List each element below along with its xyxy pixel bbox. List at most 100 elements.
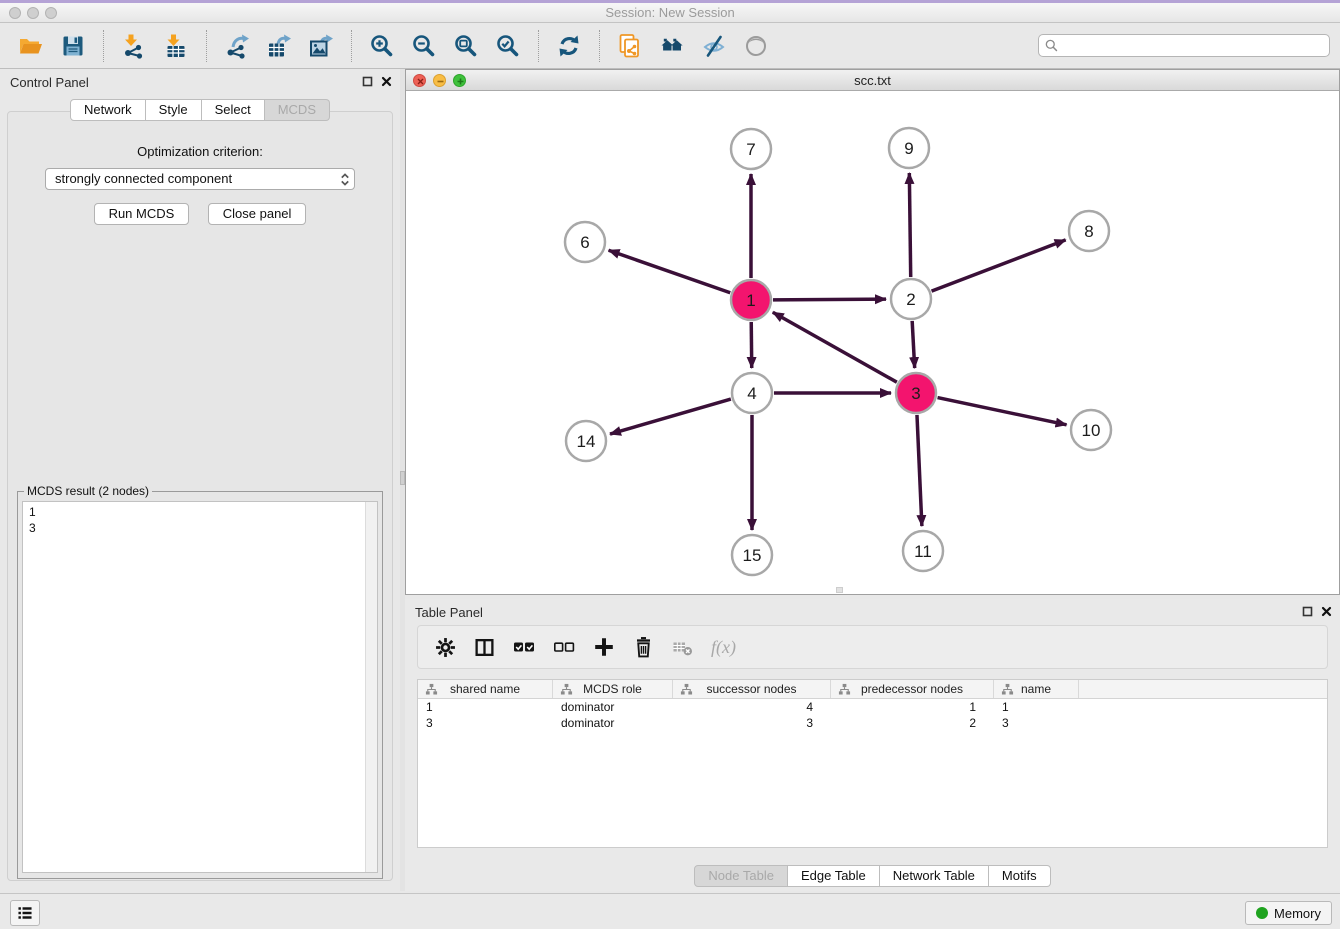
network-canvas[interactable]: 7 9 6 8 1 2 4 3 14 10 15 11 [406,91,1339,594]
table-cell[interactable]: 3 [994,715,1079,731]
graph-node-6[interactable]: 6 [565,222,605,262]
graph-edge-1-2[interactable] [773,299,886,300]
graph-node-3[interactable]: 3 [896,373,936,413]
graph-node-8[interactable]: 8 [1069,211,1109,251]
open-session-icon[interactable] [18,33,44,59]
deselect-all-icon[interactable] [553,639,575,655]
table-cell[interactable]: dominator [553,699,673,715]
import-table-icon[interactable] [163,33,189,59]
settings-gear-icon[interactable] [435,637,456,658]
float-panel-icon[interactable] [1302,606,1313,617]
table-header-row: shared name MCDS role successor nodes pr… [418,680,1327,699]
graph-node-9[interactable]: 9 [889,128,929,168]
graph-edge-1-6[interactable] [609,250,731,292]
table-cell[interactable]: 1 [418,699,553,715]
main-toolbar [0,23,1340,69]
graph-node-14[interactable]: 14 [566,421,606,461]
column-header-shared-name[interactable]: shared name [418,680,553,698]
export-image-icon[interactable] [308,33,334,59]
column-header-label: successor nodes [706,682,796,696]
float-panel-icon[interactable] [362,76,373,87]
result-scrollbar[interactable] [365,502,377,872]
tab-network[interactable]: Network [70,99,146,121]
graph-edge-2-3[interactable] [912,321,915,368]
graph-node-11[interactable]: 11 [903,531,943,571]
close-panel-icon[interactable] [1321,606,1332,617]
graph-node-15[interactable]: 15 [732,535,772,575]
graph-node-10[interactable]: 10 [1071,410,1111,450]
table-cell[interactable]: dominator [553,715,673,731]
control-panel: Control Panel NetworkStyleSelectMCDS Opt… [0,69,400,891]
column-header-label: MCDS role [583,682,642,696]
tab-select[interactable]: Select [202,99,265,121]
export-network-icon[interactable] [224,33,250,59]
search-input[interactable] [1059,36,1329,55]
table-cell[interactable]: 1 [831,699,994,715]
tab-style[interactable]: Style [146,99,202,121]
table-panel: Table Panel [405,599,1340,891]
application-window: Session: New Session [0,0,1340,926]
table-cell[interactable]: 3 [673,715,831,731]
save-session-icon[interactable] [60,33,86,59]
add-row-icon[interactable] [593,636,615,658]
zoom-out-icon[interactable] [411,33,437,59]
close-panel-button[interactable]: Close panel [208,203,307,225]
delete-row-trash-icon[interactable] [633,636,654,658]
select-all-icon[interactable] [513,639,535,655]
export-table-icon[interactable] [266,33,292,59]
graph-node-label: 4 [747,384,756,403]
graph-node-2[interactable]: 2 [891,279,931,319]
graph-edge-3-10[interactable] [938,398,1067,425]
toolbar-separator [351,30,352,62]
tab-node-table[interactable]: Node Table [694,865,788,887]
toolbar-separator [599,30,600,62]
mcds-result-box: MCDS result (2 nodes) 1 3 [17,484,383,879]
refresh-icon[interactable] [556,33,582,59]
column-type-icon [425,683,438,696]
column-type-icon [560,683,573,696]
graph-node-label: 1 [746,291,755,310]
graph-edge-2-8[interactable] [932,240,1066,291]
criterion-dropdown[interactable]: strongly connected component [45,168,355,190]
table-cell[interactable]: 2 [831,715,994,731]
tab-motifs[interactable]: Motifs [989,865,1051,887]
graph-node-4[interactable]: 4 [732,373,772,413]
home-icon[interactable] [659,33,685,59]
tab-edge-table[interactable]: Edge Table [788,865,880,887]
clone-network-icon[interactable] [617,33,643,59]
network-scrollbar-thumb[interactable] [836,587,843,593]
status-bar: Memory [0,893,1340,929]
tab-network-table[interactable]: Network Table [880,865,989,887]
graph-edge-3-11[interactable] [917,415,922,526]
show-columns-icon[interactable] [474,637,495,658]
zoom-fit-icon[interactable] [453,33,479,59]
memory-button[interactable]: Memory [1245,901,1332,925]
run-mcds-button[interactable]: Run MCDS [94,203,190,225]
memory-status-dot [1256,907,1268,919]
toolbar-separator [538,30,539,62]
show-eye-icon[interactable] [743,33,769,59]
table-cell[interactable]: 1 [994,699,1079,715]
graph-edge-4-14[interactable] [610,399,731,434]
task-history-button[interactable] [10,900,40,926]
column-header-predecessor-nodes[interactable]: predecessor nodes [831,680,994,698]
zoom-in-icon[interactable] [369,33,395,59]
mcds-result-text[interactable]: 1 3 [22,501,378,873]
toolbar-separator [206,30,207,62]
tab-mcds[interactable]: MCDS [265,99,330,121]
graph-node-7[interactable]: 7 [731,129,771,169]
column-header-successor-nodes[interactable]: successor nodes [673,680,831,698]
column-type-icon [1001,683,1014,696]
graph-node-1[interactable]: 1 [731,280,771,320]
column-header-name[interactable]: name [994,680,1079,698]
close-panel-icon[interactable] [381,76,392,87]
table-cell[interactable]: 3 [418,715,553,731]
graph-edge-2-9[interactable] [909,173,910,277]
column-header-MCDS-role[interactable]: MCDS role [553,680,673,698]
import-network-icon[interactable] [121,33,147,59]
hide-panel-eye-icon[interactable] [701,33,727,59]
table-cell[interactable]: 4 [673,699,831,715]
zoom-selected-icon[interactable] [495,33,521,59]
control-panel-title: Control Panel [10,75,89,90]
graph-edge-3-1[interactable] [773,312,897,382]
